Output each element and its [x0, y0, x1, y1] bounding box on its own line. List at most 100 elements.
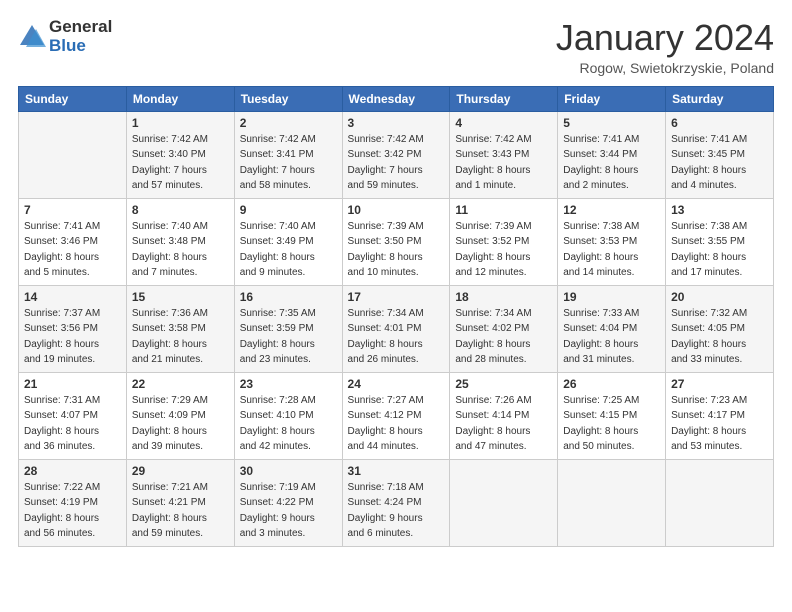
- calendar-week-row: 21Sunrise: 7:31 AMSunset: 4:07 PMDayligh…: [19, 372, 774, 459]
- table-row: 22 Sunrise: 7:29 AMSunset: 4:09 PMDayligh…: [126, 372, 234, 459]
- day-info: Sunrise: 7:23 AMSunset: 4:17 PMDaylight:…: [671, 393, 768, 455]
- day-number: 3: [348, 116, 445, 130]
- day-number: 13: [671, 203, 768, 217]
- table-row: 7Sunrise: 7:41 AMSunset: 3:46 PMDaylight…: [19, 198, 127, 285]
- table-row: 3 Sunrise: 7:42 AMSunset: 3:42 PMDaylight…: [342, 111, 450, 198]
- table-row: 10 Sunrise: 7:39 AMSunset: 3:50 PMDayligh…: [342, 198, 450, 285]
- day-number: 8: [132, 203, 229, 217]
- table-row: 8 Sunrise: 7:40 AMSunset: 3:48 PMDaylight…: [126, 198, 234, 285]
- calendar-week-row: 7Sunrise: 7:41 AMSunset: 3:46 PMDaylight…: [19, 198, 774, 285]
- day-info: Sunrise: 7:37 AMSunset: 3:56 PMDaylight:…: [24, 306, 121, 368]
- location-subtitle: Rogow, Swietokrzyskie, Poland: [556, 60, 774, 76]
- logo: General Blue: [18, 18, 112, 55]
- day-info: Sunrise: 7:35 AMSunset: 3:59 PMDaylight:…: [240, 306, 337, 368]
- day-number: 14: [24, 290, 121, 304]
- table-row: 1 Sunrise: 7:42 AMSunset: 3:40 PMDaylight…: [126, 111, 234, 198]
- day-info: Sunrise: 7:34 AMSunset: 4:02 PMDaylight:…: [455, 306, 552, 368]
- table-row: 9 Sunrise: 7:40 AMSunset: 3:49 PMDaylight…: [234, 198, 342, 285]
- header-saturday: Saturday: [666, 86, 774, 111]
- table-row: 30 Sunrise: 7:19 AMSunset: 4:22 PMDayligh…: [234, 459, 342, 546]
- day-info: Sunrise: 7:41 AMSunset: 3:45 PMDaylight:…: [671, 132, 768, 194]
- header-tuesday: Tuesday: [234, 86, 342, 111]
- month-title: January 2024: [556, 18, 774, 58]
- day-number: 15: [132, 290, 229, 304]
- day-number: 22: [132, 377, 229, 391]
- table-row: 5 Sunrise: 7:41 AMSunset: 3:44 PMDaylight…: [558, 111, 666, 198]
- day-number: 1: [132, 116, 229, 130]
- day-number: 28: [24, 464, 121, 478]
- day-info: Sunrise: 7:39 AMSunset: 3:52 PMDaylight:…: [455, 219, 552, 281]
- table-row: 16 Sunrise: 7:35 AMSunset: 3:59 PMDayligh…: [234, 285, 342, 372]
- day-number: 12: [563, 203, 660, 217]
- calendar-table: Sunday Monday Tuesday Wednesday Thursday…: [18, 86, 774, 547]
- table-row: 23Sunrise: 7:28 AMSunset: 4:10 PMDayligh…: [234, 372, 342, 459]
- header-sunday: Sunday: [19, 86, 127, 111]
- table-row: [450, 459, 558, 546]
- table-row: 19 Sunrise: 7:33 AMSunset: 4:04 PMDayligh…: [558, 285, 666, 372]
- day-number: 19: [563, 290, 660, 304]
- header: General Blue January 2024 Rogow, Swietok…: [18, 18, 774, 76]
- day-number: 2: [240, 116, 337, 130]
- table-row: 15Sunrise: 7:36 AMSunset: 3:58 PMDayligh…: [126, 285, 234, 372]
- day-number: 6: [671, 116, 768, 130]
- table-row: 20 Sunrise: 7:32 AMSunset: 4:05 PMDayligh…: [666, 285, 774, 372]
- table-row: 26Sunrise: 7:25 AMSunset: 4:15 PMDayligh…: [558, 372, 666, 459]
- day-info: Sunrise: 7:42 AMSunset: 3:41 PMDaylight:…: [240, 132, 337, 194]
- day-info: Sunrise: 7:34 AMSunset: 4:01 PMDaylight:…: [348, 306, 445, 368]
- day-number: 21: [24, 377, 121, 391]
- table-row: 2 Sunrise: 7:42 AMSunset: 3:41 PMDaylight…: [234, 111, 342, 198]
- table-row: 24Sunrise: 7:27 AMSunset: 4:12 PMDayligh…: [342, 372, 450, 459]
- day-number: 7: [24, 203, 121, 217]
- day-info: Sunrise: 7:19 AMSunset: 4:22 PMDaylight:…: [240, 480, 337, 542]
- table-row: 6 Sunrise: 7:41 AMSunset: 3:45 PMDaylight…: [666, 111, 774, 198]
- day-number: 31: [348, 464, 445, 478]
- day-number: 20: [671, 290, 768, 304]
- day-number: 30: [240, 464, 337, 478]
- table-row: 4Sunrise: 7:42 AMSunset: 3:43 PMDaylight…: [450, 111, 558, 198]
- header-monday: Monday: [126, 86, 234, 111]
- day-number: 5: [563, 116, 660, 130]
- table-row: 25Sunrise: 7:26 AMSunset: 4:14 PMDayligh…: [450, 372, 558, 459]
- day-number: 27: [671, 377, 768, 391]
- day-info: Sunrise: 7:29 AMSunset: 4:09 PMDaylight:…: [132, 393, 229, 455]
- page: General Blue January 2024 Rogow, Swietok…: [0, 0, 792, 612]
- header-friday: Friday: [558, 86, 666, 111]
- table-row: 11 Sunrise: 7:39 AMSunset: 3:52 PMDayligh…: [450, 198, 558, 285]
- day-number: 9: [240, 203, 337, 217]
- day-info: Sunrise: 7:39 AMSunset: 3:50 PMDaylight:…: [348, 219, 445, 281]
- header-wednesday: Wednesday: [342, 86, 450, 111]
- day-info: Sunrise: 7:21 AMSunset: 4:21 PMDaylight:…: [132, 480, 229, 542]
- table-row: 28 Sunrise: 7:22 AMSunset: 4:19 PMDayligh…: [19, 459, 127, 546]
- day-info: Sunrise: 7:41 AMSunset: 3:44 PMDaylight:…: [563, 132, 660, 194]
- table-row: 17 Sunrise: 7:34 AMSunset: 4:01 PMDayligh…: [342, 285, 450, 372]
- table-row: 13Sunrise: 7:38 AMSunset: 3:55 PMDayligh…: [666, 198, 774, 285]
- day-info: Sunrise: 7:42 AMSunset: 3:40 PMDaylight:…: [132, 132, 229, 194]
- day-number: 11: [455, 203, 552, 217]
- day-info: Sunrise: 7:42 AMSunset: 3:42 PMDaylight:…: [348, 132, 445, 194]
- calendar-header-row: Sunday Monday Tuesday Wednesday Thursday…: [19, 86, 774, 111]
- table-row: 14 Sunrise: 7:37 AMSunset: 3:56 PMDayligh…: [19, 285, 127, 372]
- day-number: 17: [348, 290, 445, 304]
- title-block: January 2024 Rogow, Swietokrzyskie, Pola…: [556, 18, 774, 76]
- day-info: Sunrise: 7:40 AMSunset: 3:48 PMDaylight:…: [132, 219, 229, 281]
- table-row: 29Sunrise: 7:21 AMSunset: 4:21 PMDayligh…: [126, 459, 234, 546]
- day-info: Sunrise: 7:26 AMSunset: 4:14 PMDaylight:…: [455, 393, 552, 455]
- calendar-week-row: 14 Sunrise: 7:37 AMSunset: 3:56 PMDayligh…: [19, 285, 774, 372]
- table-row: 27 Sunrise: 7:23 AMSunset: 4:17 PMDayligh…: [666, 372, 774, 459]
- table-row: [558, 459, 666, 546]
- day-number: 4: [455, 116, 552, 130]
- day-number: 10: [348, 203, 445, 217]
- day-number: 18: [455, 290, 552, 304]
- day-info: Sunrise: 7:22 AMSunset: 4:19 PMDaylight:…: [24, 480, 121, 542]
- day-info: Sunrise: 7:32 AMSunset: 4:05 PMDaylight:…: [671, 306, 768, 368]
- table-row: [666, 459, 774, 546]
- table-row: 12 Sunrise: 7:38 AMSunset: 3:53 PMDayligh…: [558, 198, 666, 285]
- logo-general-text: General: [49, 18, 112, 37]
- day-info: Sunrise: 7:38 AMSunset: 3:53 PMDaylight:…: [563, 219, 660, 281]
- day-number: 16: [240, 290, 337, 304]
- day-info: Sunrise: 7:40 AMSunset: 3:49 PMDaylight:…: [240, 219, 337, 281]
- logo-icon: [18, 23, 46, 51]
- day-info: Sunrise: 7:27 AMSunset: 4:12 PMDaylight:…: [348, 393, 445, 455]
- day-info: Sunrise: 7:33 AMSunset: 4:04 PMDaylight:…: [563, 306, 660, 368]
- calendar-week-row: 1 Sunrise: 7:42 AMSunset: 3:40 PMDaylight…: [19, 111, 774, 198]
